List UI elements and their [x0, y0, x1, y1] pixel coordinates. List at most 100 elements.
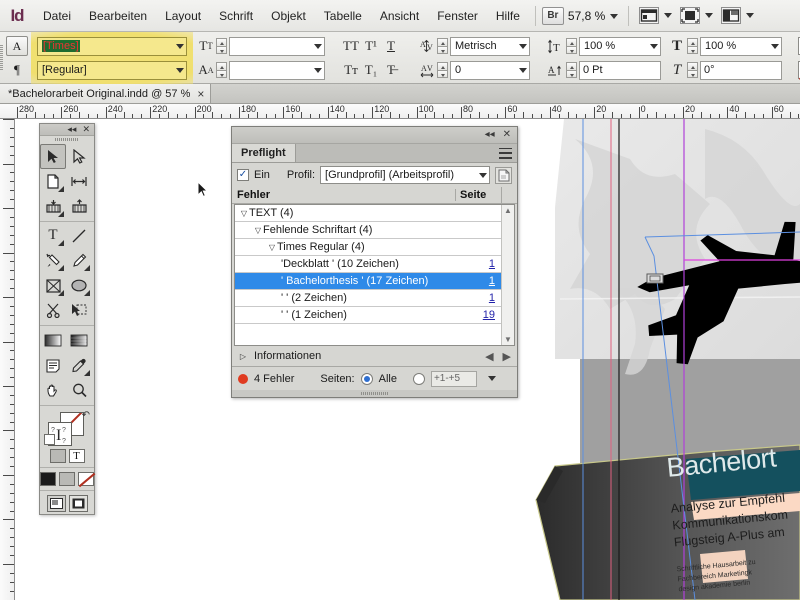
menu-schrift[interactable]: Schrift [210, 0, 262, 32]
preflight-titlebar[interactable]: ◂◂ ✕ [232, 127, 517, 144]
gradient-feather-tool[interactable] [66, 328, 92, 353]
vertical-scale-input[interactable]: 100 % [579, 36, 661, 56]
preflight-row[interactable]: ' ' (2 Zeichen) 1 [235, 290, 501, 307]
subscript-button[interactable]: T₁ [361, 60, 381, 80]
swap-fill-stroke-icon[interactable]: ↶ [82, 410, 90, 421]
page-tool[interactable] [40, 169, 66, 194]
pen-tool[interactable] [40, 248, 66, 273]
font-size-input[interactable] [229, 36, 325, 56]
chevron-down-icon-arrange[interactable] [746, 13, 755, 18]
preview-mode-icon[interactable] [68, 495, 88, 513]
preflight-enable-checkbox[interactable]: ✓ [237, 169, 249, 181]
preflight-row-page[interactable]: 19 [467, 309, 501, 321]
menu-datei[interactable]: Datei [34, 0, 80, 32]
arrange-documents-icon[interactable] [721, 7, 742, 24]
chevron-down-icon-profile[interactable] [474, 169, 487, 181]
preflight-row[interactable]: 'Deckblatt ' (10 Zeichen) 1 [235, 256, 501, 273]
menu-objekt[interactable]: Objekt [262, 0, 315, 32]
default-fill-stroke-icon[interactable] [44, 434, 55, 446]
preflight-row[interactable]: ' Bachelorthesis ' (17 Zeichen) 1 [235, 273, 501, 290]
preflight-row[interactable]: ' ' (1 Zeichen) 19 [235, 307, 501, 324]
zoom-level-field[interactable]: 57,8 % [564, 9, 622, 23]
chevron-down-icon-display[interactable] [705, 13, 714, 18]
pages-range-radio[interactable] [412, 372, 425, 385]
leading-input[interactable] [229, 60, 325, 80]
menu-hilfe[interactable]: Hilfe [487, 0, 529, 32]
preflight-row-page[interactable]: 1 [467, 292, 501, 304]
paragraph-formatting-button[interactable]: ¶ [6, 60, 28, 80]
screen-mode-icon[interactable] [639, 7, 660, 24]
embed-profile-icon[interactable] [495, 166, 512, 184]
chevron-down-icon-range[interactable] [487, 376, 496, 381]
eyedropper-tool[interactable] [66, 353, 92, 378]
panel-menu-icon[interactable] [499, 147, 512, 159]
free-transform-tool[interactable] [66, 298, 92, 323]
menu-layout[interactable]: Layout [156, 0, 210, 32]
content-collector-tool[interactable] [40, 194, 66, 219]
display-performance-group[interactable] [676, 7, 717, 24]
preflight-row-page[interactable]: 1 [467, 275, 501, 287]
small-caps-button[interactable]: Tᴛ [341, 60, 361, 80]
gap-tool[interactable] [66, 169, 92, 194]
baseline-shift-stepper[interactable] [566, 62, 577, 78]
formatting-affects-container-icon[interactable] [49, 449, 66, 464]
font-size-stepper[interactable] [216, 38, 227, 54]
all-caps-button[interactable]: TT [341, 36, 361, 56]
vertical-ruler[interactable] [0, 119, 15, 600]
panel-resize-grip[interactable] [232, 390, 517, 397]
skew-input[interactable]: 0° [700, 60, 782, 80]
menu-fenster[interactable]: Fenster [428, 0, 487, 32]
selection-tool[interactable] [40, 143, 66, 169]
preflight-scrollbar[interactable]: ▲ ▼ [501, 205, 514, 345]
line-tool[interactable] [66, 223, 92, 248]
collapse-icon[interactable]: ◂◂ [485, 130, 495, 140]
chevron-down-icon-kerning[interactable] [513, 43, 527, 49]
screen-mode-group[interactable] [635, 7, 676, 24]
previous-error-button[interactable]: ◀ [485, 350, 493, 363]
preflight-row[interactable]: ▽ TEXT (4) [235, 205, 501, 222]
close-icon[interactable]: ✕ [82, 124, 90, 134]
baseline-shift-input[interactable]: 0 Pt [579, 60, 661, 80]
menu-bearbeiten[interactable]: Bearbeiten [80, 0, 156, 32]
kerning-input[interactable]: Metrisch [450, 36, 530, 56]
chevron-down-icon-leading[interactable] [308, 67, 322, 73]
disclosure-triangle-icon[interactable]: ▽ [253, 226, 263, 235]
horizontal-scale-input[interactable]: 100 % [700, 36, 782, 56]
zoom-tool[interactable] [66, 378, 92, 403]
content-placer-tool[interactable] [66, 194, 92, 219]
chevron-down-icon-font-style[interactable] [170, 67, 184, 73]
kerning-stepper[interactable] [437, 38, 448, 54]
pages-range-input[interactable]: +1-+5 [430, 370, 477, 387]
leading-stepper[interactable] [216, 62, 227, 78]
tracking-input[interactable]: 0 [450, 60, 530, 80]
close-icon[interactable]: × [197, 88, 204, 100]
apply-color-icon[interactable] [40, 472, 56, 487]
superscript-button[interactable]: T¹ [361, 36, 381, 56]
scroll-up-icon[interactable]: ▲ [504, 206, 512, 215]
scissors-tool[interactable] [40, 298, 66, 323]
vertical-scale-stepper[interactable] [566, 38, 577, 54]
menu-tabelle[interactable]: Tabelle [315, 0, 371, 32]
formatting-affects-text-icon[interactable]: T [68, 449, 85, 464]
collapse-icon[interactable]: ◂◂ [67, 124, 76, 134]
skew-stepper[interactable] [687, 62, 698, 78]
pencil-tool[interactable] [66, 248, 92, 273]
strikethrough-button[interactable]: T̶ [381, 60, 401, 80]
rectangle-frame-tool[interactable] [40, 273, 66, 298]
chevron-down-icon-font-size[interactable] [308, 43, 322, 49]
normal-view-mode-icon[interactable] [46, 495, 66, 513]
preflight-error-list[interactable]: ▽ TEXT (4) ▽ Fehlende Schriftart (4) ▽ Times … [234, 204, 515, 346]
close-icon[interactable]: ✕ [503, 130, 511, 140]
character-formatting-button[interactable]: A [6, 36, 28, 56]
preflight-row[interactable]: ▽ Times Regular (4) [235, 239, 501, 256]
menu-ansicht[interactable]: Ansicht [371, 0, 428, 32]
gradient-swatch-tool[interactable] [40, 328, 66, 353]
chevron-right-icon-info[interactable]: ▷ [238, 352, 248, 361]
underline-button[interactable]: T [381, 36, 401, 56]
scroll-down-icon[interactable]: ▼ [504, 335, 512, 344]
horizontal-ruler[interactable]: 280 260 240 220 200 180 160 140 120 100 80 60 40 20 0 2… [0, 104, 800, 119]
tracking-stepper[interactable] [437, 62, 448, 78]
chevron-down-icon-vscale[interactable] [644, 43, 658, 49]
arrange-documents-group[interactable] [717, 7, 758, 24]
document-tab[interactable]: *Bachelorarbeit Original.indd @ 57 % × [0, 84, 212, 104]
